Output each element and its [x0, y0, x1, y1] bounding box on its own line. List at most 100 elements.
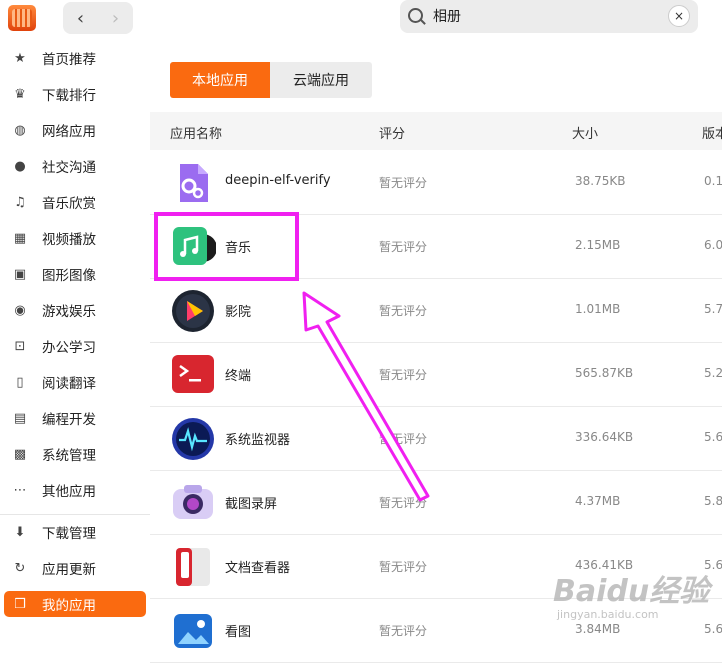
app-name: 文档查看器: [225, 561, 291, 576]
image-icon: ▣: [13, 266, 27, 282]
system-monitor-app-icon: [170, 416, 216, 462]
watermark-brand: Baidu经验: [553, 574, 710, 609]
app-store-logo: [8, 5, 36, 31]
clear-search-button[interactable]: ×: [668, 5, 690, 27]
app-version: 5.7: [704, 302, 722, 316]
close-icon: ×: [673, 9, 685, 23]
app-rating: 暂无评分: [379, 368, 428, 382]
sidebar-item-label: 图形图像: [42, 268, 96, 284]
app-name: 系统监视器: [225, 433, 291, 448]
sidebar-item[interactable]: ♫ 音乐欣赏: [4, 189, 146, 215]
terminal-icon: ▤: [13, 410, 27, 426]
chat-icon: ●: [14, 158, 26, 174]
update-icon: ↻: [14, 560, 26, 576]
sidebar-item-label: 游戏娱乐: [42, 304, 96, 320]
table-row[interactable]: 系统监视器 暂无评分 336.64KB 5.6: [150, 406, 722, 471]
app-size: 336.64KB: [575, 430, 634, 444]
star-icon: ★: [14, 50, 26, 66]
gamepad-icon: ◉: [14, 302, 26, 318]
search-field[interactable]: 相册 ×: [400, 0, 698, 33]
more-icon: ⋯: [13, 482, 27, 498]
back-button[interactable]: ‹: [63, 2, 98, 34]
sidebar-item[interactable]: ❒ 我的应用: [4, 591, 146, 617]
app-name: 影院: [225, 305, 252, 320]
sidebar-item-label: 阅读翻译: [42, 376, 96, 392]
table-row[interactable]: 截图录屏 暂无评分 4.37MB 5.8: [150, 470, 722, 535]
sidebar-item-label: 办公学习: [42, 340, 96, 356]
chevron-right-icon: ›: [111, 7, 120, 29]
sidebar-item[interactable]: ▣ 图形图像: [4, 261, 146, 287]
app-name: 终端: [225, 369, 252, 384]
presentation-icon: ⊡: [14, 338, 26, 354]
sidebar-item-label: 下载排行: [42, 88, 96, 104]
app-rating: 暂无评分: [379, 176, 428, 190]
tab-bar: 本地应用 云端应用: [170, 62, 372, 98]
app-name: 看图: [225, 625, 252, 640]
app-rating: 暂无评分: [379, 560, 428, 574]
sidebar-item-label: 音乐欣赏: [42, 196, 96, 212]
table-row[interactable]: deepin-elf-verify 暂无评分 38.75KB 0.1: [150, 150, 722, 215]
app-rating: 暂无评分: [379, 240, 428, 254]
sidebar-item[interactable]: ♛ 下载排行: [4, 81, 146, 107]
column-header-size[interactable]: 大小: [572, 123, 598, 142]
sidebar-item[interactable]: ⬇ 下载管理: [4, 519, 146, 545]
music-note-icon: ♫: [14, 194, 26, 210]
sidebar-item-label: 其他应用: [42, 484, 96, 500]
app-rating: 暂无评分: [379, 624, 428, 638]
sidebar-item-label: 编程开发: [42, 412, 96, 428]
sidebar-item[interactable]: ⋯ 其他应用: [4, 477, 146, 503]
sidebar-item[interactable]: ⊡ 办公学习: [4, 333, 146, 359]
sidebar-item-label: 首页推荐: [42, 52, 96, 68]
crown-icon: ♛: [14, 86, 26, 102]
tab-local-apps[interactable]: 本地应用: [170, 62, 270, 98]
app-rating: 暂无评分: [379, 496, 428, 510]
sidebar-item[interactable]: ◍ 网络应用: [4, 117, 146, 143]
sidebar-item-label: 下载管理: [42, 526, 96, 542]
sidebar-item[interactable]: ● 社交沟通: [4, 153, 146, 179]
sidebar-item[interactable]: ★ 首页推荐: [4, 45, 146, 71]
column-header-rating[interactable]: 评分: [379, 123, 405, 142]
navigation-buttons: ‹ ›: [63, 2, 133, 34]
app-size: 1.01MB: [575, 302, 621, 316]
column-header-version[interactable]: 版本: [702, 123, 722, 142]
sidebar-divider: [0, 514, 150, 515]
sidebar-item-label: 应用更新: [42, 562, 96, 578]
image-viewer-app-icon: [170, 608, 216, 654]
sidebar-item[interactable]: ▤ 编程开发: [4, 405, 146, 431]
box-icon: ❒: [14, 596, 26, 612]
column-header-name[interactable]: 应用名称: [170, 123, 222, 142]
sidebar-item[interactable]: ▩ 系统管理: [4, 441, 146, 467]
app-version: 6.0: [704, 238, 722, 252]
app-version: 0.1: [704, 174, 722, 188]
sidebar-item[interactable]: ↻ 应用更新: [4, 555, 146, 581]
app-name: 截图录屏: [225, 497, 278, 512]
sidebar-item[interactable]: ▯ 阅读翻译: [4, 369, 146, 395]
sidebar-item[interactable]: ▦ 视频播放: [4, 225, 146, 251]
app-name: deepin-elf-verify: [225, 173, 331, 188]
app-rating: 暂无评分: [379, 304, 428, 318]
search-icon: [408, 8, 423, 23]
main-content: 本地应用 云端应用 应用名称 评分 大小 版本 deepin-elf-verif…: [150, 42, 722, 663]
sidebar-item[interactable]: ◉ 游戏娱乐: [4, 297, 146, 323]
app-size: 38.75KB: [575, 174, 626, 188]
document-viewer-app-icon: [170, 544, 216, 590]
sidebar: ★ 首页推荐 ♛ 下载排行 ◍ 网络应用 ● 社交沟通 ♫ 音乐欣赏 ▦ 视频播放 ▣ 图形图像 ◉ 游戏娱乐…: [0, 42, 151, 640]
book-icon: ▯: [16, 374, 24, 390]
watermark-url: jingyan.baidu.com: [557, 608, 659, 621]
table-row[interactable]: 终端 暂无评分 565.87KB 5.2: [150, 342, 722, 407]
app-size: 565.87KB: [575, 366, 634, 380]
sidebar-item-label: 视频播放: [42, 232, 96, 248]
app-size: 4.37MB: [575, 494, 621, 508]
settings-gear-app-icon: [170, 160, 216, 206]
table-row[interactable]: 影院 暂无评分 1.01MB 5.7: [150, 278, 722, 343]
sidebar-item-label: 我的应用: [42, 598, 96, 614]
app-size: 2.15MB: [575, 238, 621, 252]
annotation-highlight-box: [154, 212, 299, 281]
forward-button[interactable]: ›: [98, 2, 133, 34]
app-rating: 暂无评分: [379, 432, 428, 446]
tab-cloud-apps[interactable]: 云端应用: [270, 62, 372, 98]
globe-icon: ◍: [14, 122, 26, 138]
chevron-left-icon: ‹: [76, 7, 85, 29]
watermark: Baidu经验 jingyan.baidu.com: [553, 566, 718, 630]
search-input[interactable]: 相册: [433, 6, 461, 26]
